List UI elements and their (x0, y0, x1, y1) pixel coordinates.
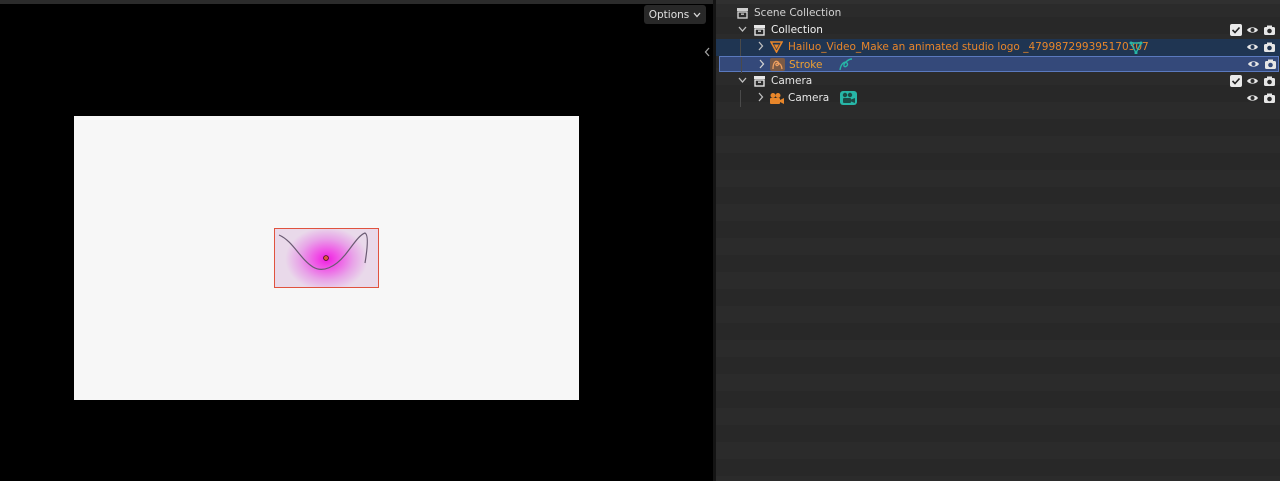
vertex-group-icon[interactable] (1129, 41, 1143, 55)
3d-viewport[interactable]: Options (0, 0, 713, 481)
tree-label-camera-object: Camera (788, 92, 830, 104)
collection-icon (753, 24, 767, 37)
expand-chevron-down-icon[interactable] (738, 74, 747, 89)
tree-indent-line (740, 90, 741, 107)
expand-chevron-right-icon[interactable] (757, 58, 766, 73)
exclude-checkbox[interactable] (1230, 24, 1242, 36)
expand-chevron-down-icon[interactable] (738, 23, 747, 38)
eye-icon[interactable] (1246, 41, 1258, 53)
options-label: Options (648, 8, 690, 21)
eye-icon[interactable] (1246, 24, 1258, 36)
tree-indent-line (741, 57, 742, 73)
camera-render-icon[interactable] (1263, 92, 1275, 104)
scene-collection-row[interactable]: Scene Collection (716, 5, 1280, 22)
collection-icon (753, 75, 767, 88)
camera-object-icon (769, 92, 785, 105)
tree-row-stroke[interactable]: Stroke (719, 56, 1279, 73)
tree-label-camera-collection: Camera (771, 75, 813, 87)
scene-collection-label: Scene Collection (754, 7, 842, 19)
tree-label-hailuo-object: Hailuo_Video_Make an animated studio log… (788, 41, 1149, 53)
outliner-panel: Scene Collection Collection Hailuo_Video… (716, 0, 1280, 481)
outliner-header-strip (716, 0, 1280, 4)
eye-icon[interactable] (1246, 92, 1258, 104)
tree-indent-line (740, 39, 741, 56)
tree-label-stroke: Stroke (789, 59, 823, 71)
selected-stroke-object[interactable] (274, 228, 379, 288)
tree-row-camera-object[interactable]: Camera (716, 90, 1280, 107)
viewport-header-strip (0, 0, 713, 4)
camera-data-icon[interactable] (840, 91, 857, 105)
tree-label-collection: Collection (771, 24, 823, 36)
object-icon (769, 41, 784, 54)
camera-render-icon[interactable] (1263, 75, 1275, 87)
tree-row-hailuo-object[interactable]: Hailuo_Video_Make an animated studio log… (716, 39, 1280, 56)
camera-frame (74, 116, 579, 400)
stroke-curve (278, 232, 368, 270)
eye-icon[interactable] (1246, 75, 1258, 87)
tree-row-camera-collection[interactable]: Camera (716, 73, 1280, 90)
stroke-data-icon[interactable] (839, 58, 853, 71)
chevron-left-icon[interactable] (701, 42, 713, 62)
scene-collection-icon (736, 7, 750, 20)
eye-icon[interactable] (1247, 58, 1259, 70)
tree-row-collection[interactable]: Collection (716, 22, 1280, 39)
camera-render-icon[interactable] (1263, 41, 1275, 53)
options-dropdown[interactable]: Options (644, 5, 706, 24)
camera-render-icon[interactable] (1264, 58, 1276, 70)
expand-chevron-right-icon[interactable] (756, 91, 765, 106)
grease-pencil-icon (770, 58, 785, 71)
exclude-checkbox[interactable] (1230, 75, 1242, 87)
chevron-down-icon (693, 9, 701, 21)
expand-chevron-right-icon[interactable] (756, 40, 765, 55)
camera-render-icon[interactable] (1263, 24, 1275, 36)
